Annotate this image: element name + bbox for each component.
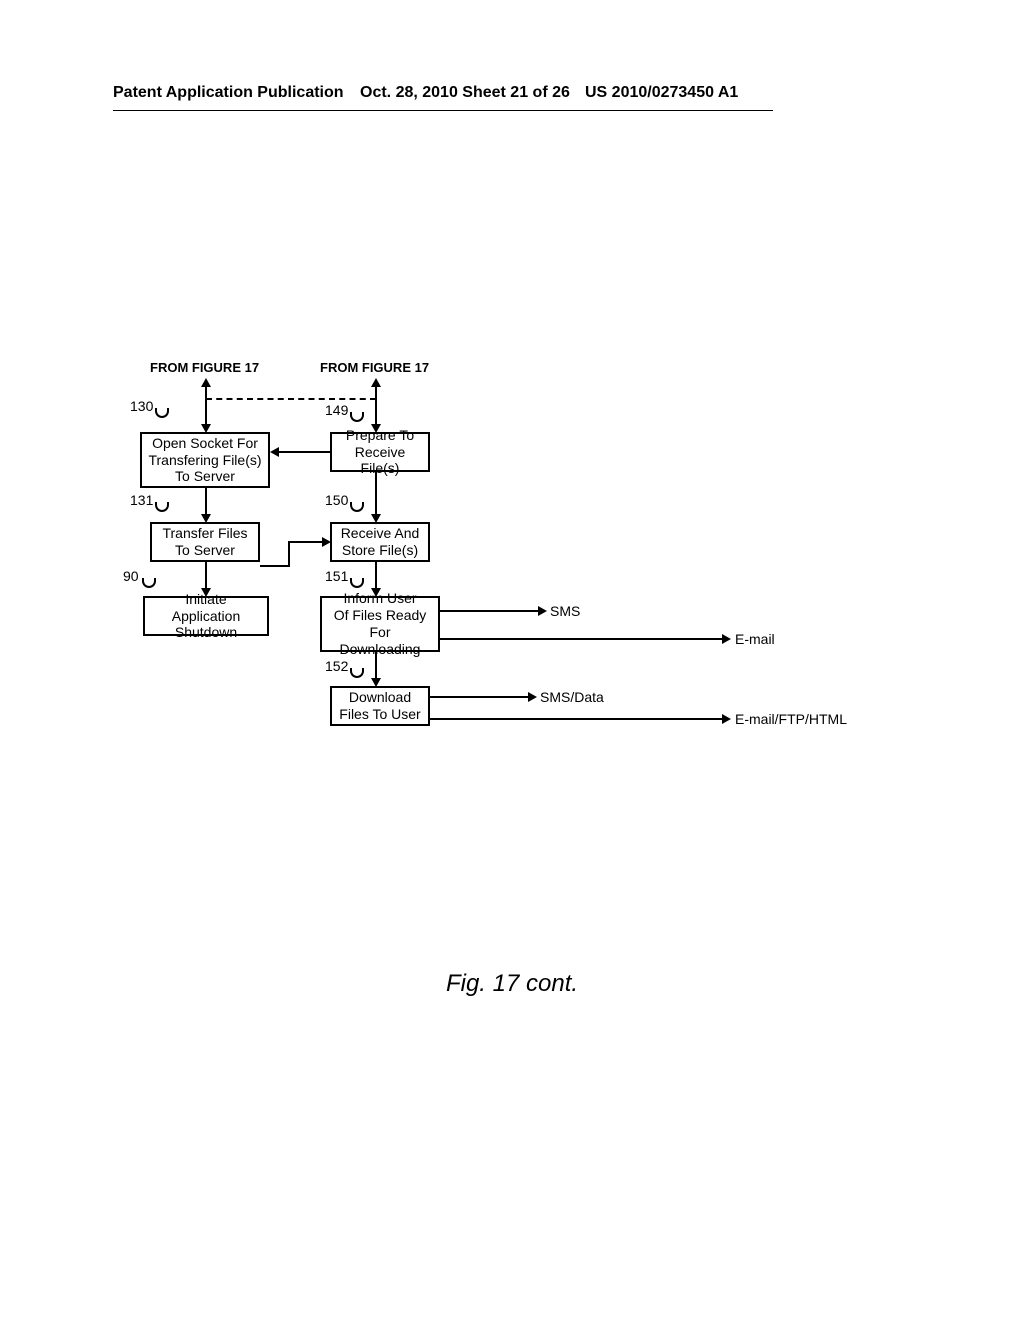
ref-149: 149 — [325, 402, 348, 418]
box-text: Transfer Files To Server — [162, 525, 247, 559]
header-publication: Patent Application Publication — [113, 84, 344, 102]
figure-title: Fig. 17 cont. — [0, 970, 1024, 998]
box-prepare-receive: Prepare To Receive File(s) — [330, 432, 430, 472]
hook-130 — [155, 408, 169, 418]
ref-131: 131 — [130, 492, 153, 508]
box-text: Download Files To User — [339, 689, 420, 723]
dashed-connector — [206, 398, 376, 400]
vline-151-152 — [375, 652, 377, 680]
box-text: Initiate Application Shutdown — [151, 591, 261, 641]
vline-130-131 — [205, 488, 207, 516]
hline-131-150 — [288, 541, 323, 543]
header-pubnum: US 2010/0273450 A1 — [585, 84, 738, 102]
label-sms: SMS — [550, 603, 580, 619]
hook-149 — [350, 412, 364, 422]
header-date-sheet: Oct. 28, 2010 Sheet 21 of 26 — [360, 84, 570, 102]
ref-150: 150 — [325, 492, 348, 508]
box-inform-user: Inform User Of Files Ready For Downloadi… — [320, 596, 440, 652]
header-rule — [113, 110, 773, 111]
hook-152 — [350, 668, 364, 678]
hline-151-sms — [440, 610, 540, 612]
box-receive-store: Receive And Store File(s) — [330, 522, 430, 562]
ref-152: 152 — [325, 658, 348, 674]
ref-130: 130 — [130, 398, 153, 414]
arrowhead-152-smsdata — [528, 692, 537, 702]
hline-152-emailftp — [430, 718, 724, 720]
arrowhead-151-email — [722, 634, 731, 644]
vline-to-130 — [205, 398, 207, 426]
box-text: Prepare To Receive File(s) — [338, 427, 422, 477]
hline-151-email — [440, 638, 724, 640]
label-emailftp: E-mail/FTP/HTML — [735, 711, 847, 727]
ref-90: 90 — [123, 568, 139, 584]
box-download: Download Files To User — [330, 686, 430, 726]
arrowhead-152-emailftp — [722, 714, 731, 724]
vline-150-151 — [375, 562, 377, 590]
hline-152-smsdata — [430, 696, 530, 698]
vline-131-90 — [205, 562, 207, 590]
box-text: Open Socket For Transfering File(s) To S… — [148, 435, 261, 485]
from-figure-label-left: FROM FIGURE 17 — [150, 360, 259, 375]
box-transfer-files: Transfer Files To Server — [150, 522, 260, 562]
label-smsdata: SMS/Data — [540, 689, 604, 705]
box-text: Inform User Of Files Ready For Downloadi… — [328, 590, 432, 657]
arrowhead-149-130 — [270, 447, 279, 457]
hook-90 — [142, 578, 156, 588]
hook-150 — [350, 502, 364, 512]
hline-131-out — [260, 565, 290, 567]
hline-149-130 — [278, 451, 330, 453]
hook-151 — [350, 578, 364, 588]
vline-to-149 — [375, 398, 377, 426]
arrowhead-151-sms — [538, 606, 547, 616]
vline-149-150 — [375, 472, 377, 516]
arrowhead-131-150 — [322, 537, 331, 547]
ref-151: 151 — [325, 568, 348, 584]
box-shutdown: Initiate Application Shutdown — [143, 596, 269, 636]
box-open-socket: Open Socket For Transfering File(s) To S… — [140, 432, 270, 488]
vline-131-150 — [288, 541, 290, 567]
box-text: Receive And Store File(s) — [341, 525, 420, 559]
hook-131 — [155, 502, 169, 512]
flowchart-diagram: FROM FIGURE 17 FROM FIGURE 17 130 Open S… — [0, 360, 1024, 960]
label-email: E-mail — [735, 631, 775, 647]
from-figure-label-right: FROM FIGURE 17 — [320, 360, 429, 375]
